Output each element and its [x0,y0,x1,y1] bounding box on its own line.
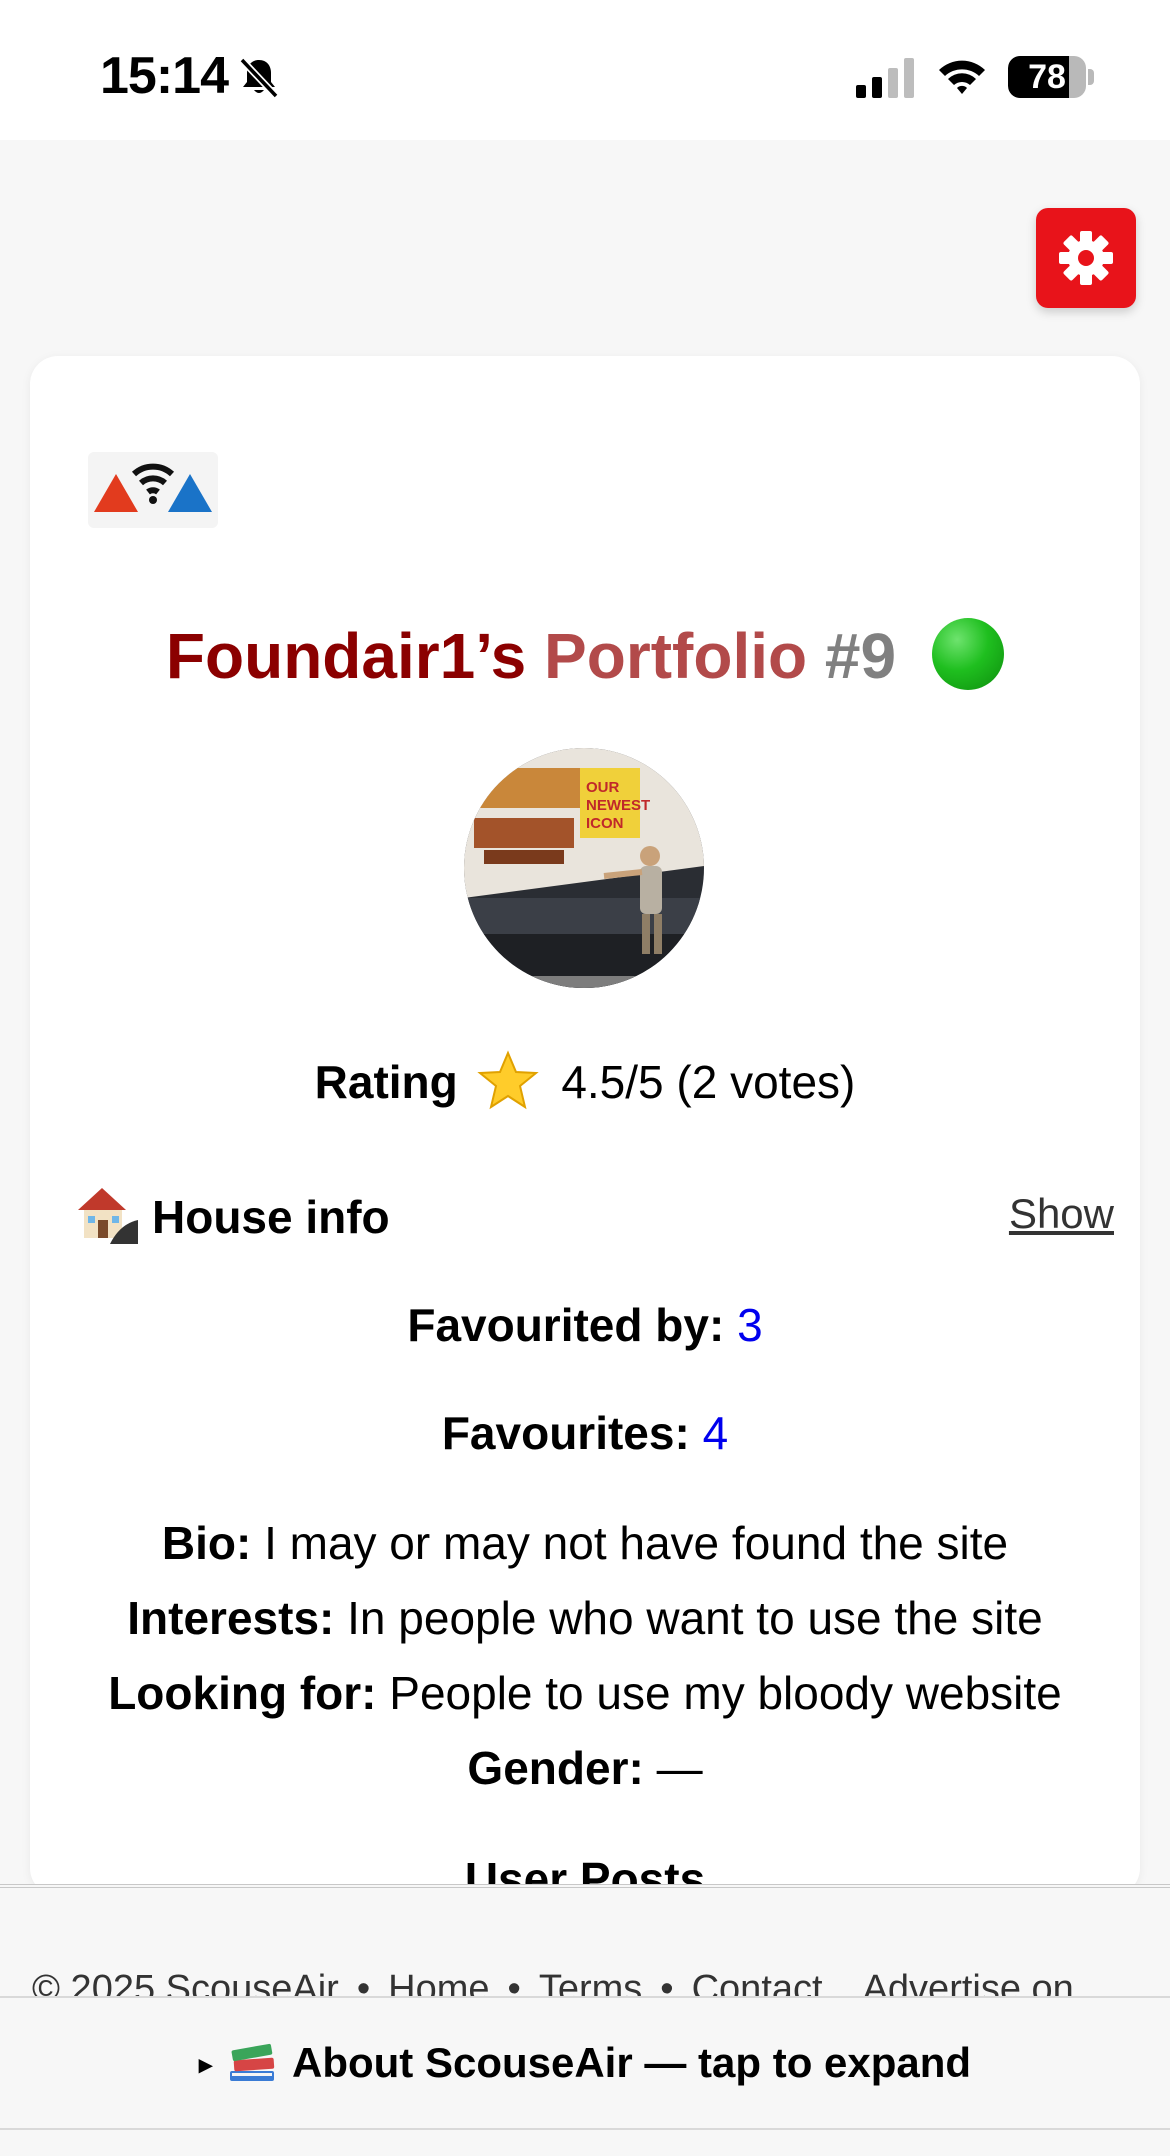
interests-value: In people who want to use the site [347,1592,1043,1644]
status-bar: 15:14 78 [0,0,1170,140]
gender-value: — [656,1742,703,1794]
status-time: 15:14 [100,47,229,105]
favourites-label: Favourites: [441,1407,690,1459]
portfolio-title: Foundair1’s Portfolio #9 [30,618,1140,693]
interests-label: Interests: [127,1592,335,1644]
avatar-photo: OUR NEWEST ICON [464,748,704,988]
house-icon [78,1188,138,1244]
avatar[interactable]: OUR NEWEST ICON [464,748,704,988]
svg-text:OUR: OUR [586,779,620,796]
logo-icon [94,463,212,512]
svg-text:ICON: ICON [586,815,624,832]
portfolio-number: #9 [824,620,897,692]
interests-line: Interests: In people who want to use the… [30,1581,1140,1656]
about-expand-toggle[interactable]: ▸ About ScouseAir — tap to expand [0,1996,1170,2130]
bell-muted-icon [239,57,279,99]
gear-icon [1059,231,1113,285]
favourites-link[interactable]: 4 [703,1407,729,1459]
site-logo[interactable] [88,452,218,528]
about-label: About ScouseAir — tap to expand [292,2039,972,2086]
favourited-by-label: Favourited by: [407,1299,725,1351]
profile-name: Foundair1’s [165,620,527,692]
bio-value: I may or may not have found the site [264,1517,1009,1569]
star-icon [476,1050,539,1110]
bio-label: Bio: [161,1517,252,1569]
favourited-by-link[interactable]: 3 [737,1299,763,1351]
books-icon [230,2043,275,2081]
settings-button[interactable] [1036,208,1136,308]
bio-line: Bio: I may or may not have found the sit… [30,1506,1140,1581]
house-info-label: House info [152,1191,390,1243]
house-info-row: House info Show [74,1180,1124,1250]
gender-line: Gender: — [30,1731,1140,1806]
cellular-signal-icon [856,58,914,98]
favourites: Favourites: 4 [30,1406,1140,1460]
battery-indicator: 78 [1008,56,1094,98]
looking-for-value: People to use my bloody website [389,1667,1062,1719]
expand-caret-icon: ▸ [198,2049,212,2079]
rating: Rating 4.5/5 (2 votes) [30,1050,1140,1112]
rating-label: Rating [314,1056,458,1108]
gender-label: Gender: [467,1742,644,1794]
looking-for-line: Looking for: People to use my bloody web… [30,1656,1140,1731]
battery-percent: 78 [1028,58,1066,96]
looking-for-label: Looking for: [108,1667,377,1719]
rating-value: 4.5/5 (2 votes) [561,1056,856,1108]
online-status-dot [932,618,1005,690]
favourited-by: Favourited by: 3 [30,1298,1140,1352]
bio-block: Bio: I may or may not have found the sit… [30,1506,1140,1806]
portfolio-word: Portfolio [544,620,808,692]
profile-card: Foundair1’s Portfolio #9 OUR NEWEST ICON… [30,356,1140,1896]
house-info-show-link[interactable]: Show [1009,1190,1114,1238]
svg-text:NEWEST: NEWEST [586,797,650,814]
wifi-icon [939,60,985,94]
